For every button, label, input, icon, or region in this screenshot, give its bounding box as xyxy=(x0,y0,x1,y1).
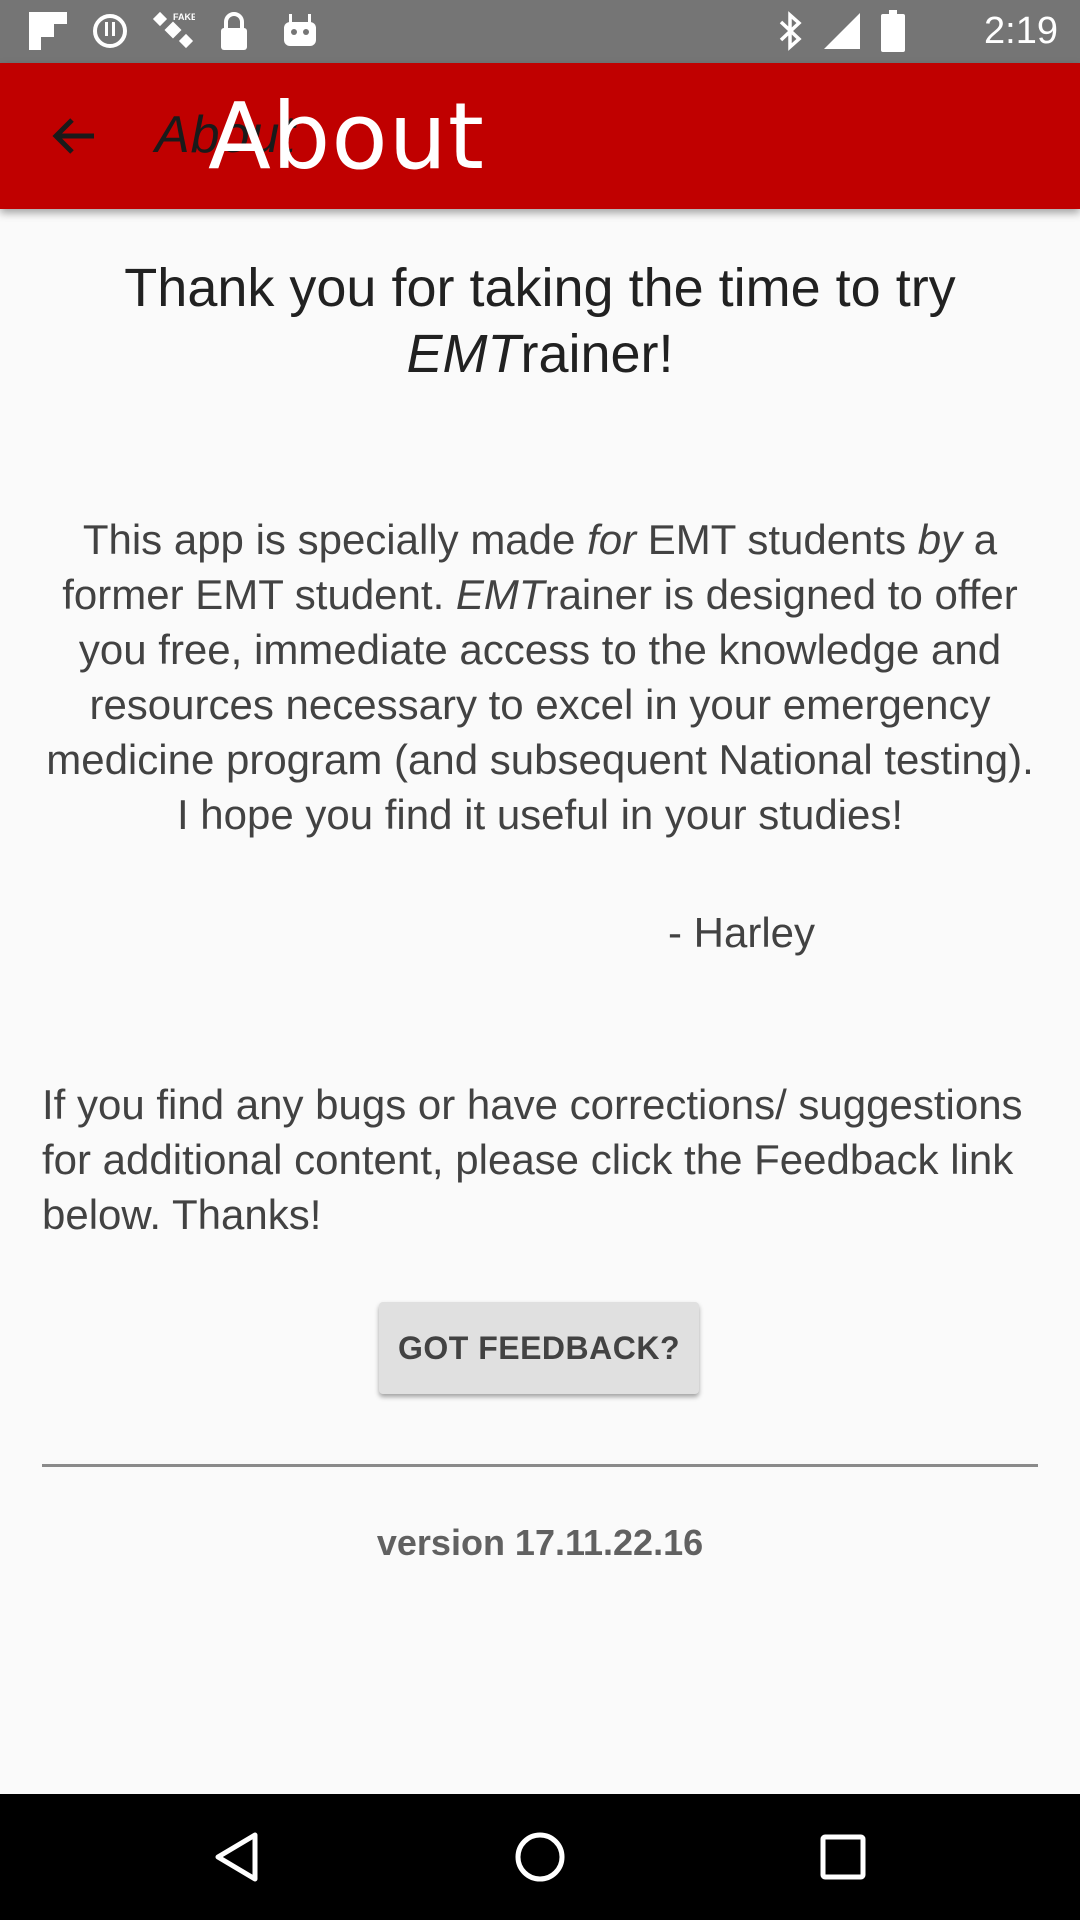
signature: - Harley xyxy=(668,909,816,956)
lock-icon xyxy=(214,10,254,52)
flipboard-icon xyxy=(26,10,70,52)
feedback-paragraph: If you find any bugs or have corrections… xyxy=(42,1081,1023,1238)
app-bar: About About xyxy=(0,63,1080,209)
page-title: About xyxy=(208,83,486,190)
signal-icon xyxy=(820,10,864,52)
battery-icon xyxy=(878,10,908,52)
got-feedback-button[interactable]: GOT FEEDBACK? xyxy=(379,1302,699,1394)
arrow-back-icon xyxy=(52,118,94,154)
status-bar: FAKE 2:19 xyxy=(0,0,1080,63)
divider xyxy=(42,1464,1038,1467)
bluetooth-icon xyxy=(774,10,808,52)
navigation-bar xyxy=(0,1794,1080,1920)
satellite-fake-icon: FAKE xyxy=(148,10,198,52)
thank-you-heading: Thank you for taking the time to try EMT… xyxy=(124,258,956,384)
intro-paragraph: This app is specially made for EMT stude… xyxy=(46,516,1034,838)
nav-home-button[interactable] xyxy=(505,1822,575,1892)
nav-recents-button[interactable] xyxy=(808,1822,878,1892)
status-time: 2:19 xyxy=(984,10,1058,52)
back-button[interactable] xyxy=(40,103,106,169)
square-recents-icon xyxy=(820,1834,866,1880)
android-icon xyxy=(278,10,322,52)
triangle-back-icon xyxy=(215,1832,258,1882)
circle-home-icon xyxy=(515,1832,565,1882)
version-label: version 17.11.22.16 xyxy=(376,1522,704,1563)
alert-icon xyxy=(88,10,132,52)
nav-back-button[interactable] xyxy=(201,1822,271,1892)
svg-text:FAKE: FAKE xyxy=(173,12,195,22)
